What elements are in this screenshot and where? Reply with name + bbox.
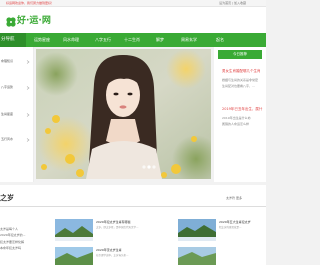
- card-title[interactable]: 2020年五大生肖犯太岁: [219, 220, 251, 225]
- recommend-line: 生肖配对也要看八字，...: [222, 84, 255, 88]
- nav-item-fengshui[interactable]: 风水命理: [63, 33, 79, 47]
- card-thumbnail[interactable]: [55, 219, 93, 241]
- recommend-line: 2019年出生是什么命: [222, 116, 251, 120]
- list-item[interactable]: 犯太岁要怎样化解: [0, 240, 24, 245]
- card-title[interactable]: 2020年犯太岁生肖有哪些: [96, 220, 131, 225]
- top-bar: 好运网欢迎你，我们努力做到更好！ 设为首页 | 加入收藏: [0, 0, 266, 7]
- nav-item-zodiac[interactable]: 十二生肖: [124, 33, 140, 47]
- top-links[interactable]: 设为首页 | 加入收藏: [219, 1, 246, 6]
- nav-home[interactable]: 分导航: [0, 33, 26, 47]
- recommend-heading: 今日推荐: [218, 50, 262, 59]
- sidebar-item-3[interactable]: 生肖星座: [1, 112, 13, 117]
- chevron-right-icon: [26, 113, 30, 117]
- page: 好运网欢迎你，我们努力做到更好！ 设为首页 | 加入收藏 好·运·网 分导航 运…: [0, 0, 266, 265]
- section-divider: [0, 206, 266, 207]
- section-links[interactable]: 太岁符 更多: [226, 196, 242, 201]
- slide-dot-2: [147, 165, 151, 169]
- main-nav: 分导航 运势星座 风水命理 八字五行 十二生肖 解梦 周易玄学 起名: [0, 33, 266, 47]
- card-title[interactable]: 2020年害太岁生肖: [96, 248, 122, 253]
- recommend-title-1[interactable]: 男女生肖婚配哪几个生肖: [222, 69, 261, 74]
- hero-image: [36, 49, 211, 179]
- list-item[interactable]: 太岁是每个人: [0, 227, 18, 232]
- card-thumbnail[interactable]: [178, 219, 216, 241]
- list-item[interactable]: 2020年犯太岁的...: [0, 233, 26, 238]
- slide-dot-3: [152, 165, 156, 169]
- nav-item-bazi[interactable]: 八字五行: [95, 33, 111, 47]
- section-title: 之岁: [0, 194, 14, 202]
- recommend-line: 属猪的人命运怎么样: [222, 122, 250, 126]
- sidebar-item-4[interactable]: 五行风水: [1, 137, 13, 142]
- nav-item-zhouyi[interactable]: 周易玄学: [181, 33, 197, 47]
- card-subtitle: 犯太岁的意思就是...: [219, 226, 242, 229]
- site-logo-text[interactable]: 好·运·网: [17, 16, 51, 27]
- taisui-section: 之岁 太岁符 更多 太岁是每个人 2020年犯太岁的... 犯太岁要怎样化解 本…: [0, 185, 266, 265]
- recommend-line: 婚姻与生肖的关系是非常密: [222, 78, 259, 82]
- sidebar-item-2[interactable]: 八字运势: [1, 85, 13, 90]
- list-item[interactable]: 本命年犯太岁吗: [0, 246, 21, 251]
- chevron-right-icon: [26, 138, 30, 142]
- recommend-panel: 今日推荐 男女生肖婚配哪几个生肖 婚姻与生肖的关系是非常密 生肖配对也要看八字，…: [214, 47, 266, 182]
- category-sidebar: 命理知识 八字运势 生肖星座 五行风水: [0, 47, 34, 182]
- sidebar-item-1[interactable]: 命理知识: [1, 59, 13, 64]
- welcome-notice: 好运网欢迎你，我们努力做到更好！: [6, 1, 55, 5]
- chevron-right-icon: [26, 86, 30, 90]
- card-subtitle: 在命理学说中，太岁当头坐...: [96, 254, 129, 257]
- nav-item-naming[interactable]: 起名: [216, 33, 224, 47]
- nav-item-dream[interactable]: 解梦: [156, 33, 164, 47]
- chevron-right-icon: [26, 60, 30, 64]
- card-subtitle: 太岁，即太岁星，是中国古代天文学...: [96, 226, 139, 229]
- nav-item-horoscope[interactable]: 运势星座: [34, 33, 50, 47]
- card-thumbnail[interactable]: [55, 247, 93, 265]
- site-header: 好·运·网: [0, 7, 266, 33]
- clover-logo-icon: [6, 17, 16, 27]
- slide-dot-1: [142, 165, 146, 169]
- hero-banner[interactable]: [36, 49, 211, 179]
- recommend-title-2[interactable]: 2019年已丑年出生，属什: [222, 107, 262, 112]
- card-thumbnail[interactable]: [178, 247, 216, 265]
